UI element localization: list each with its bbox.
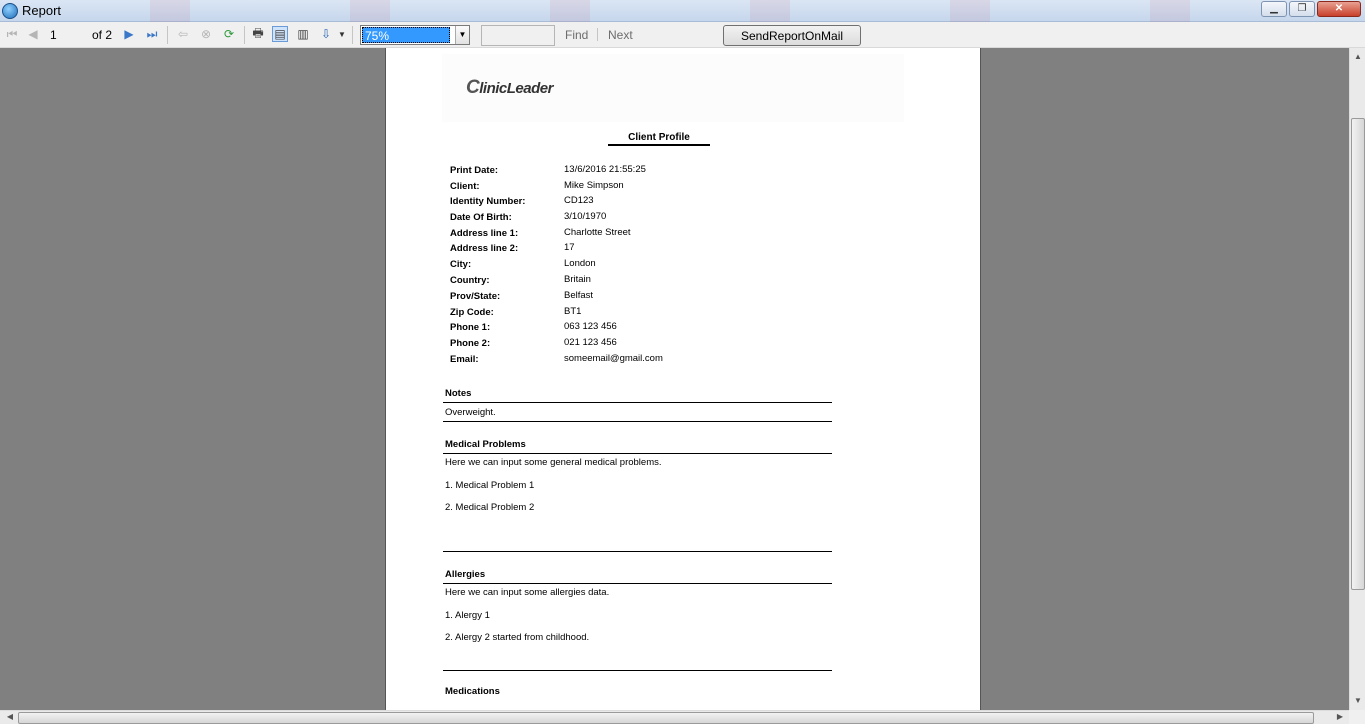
medical-item: 2. Medical Problem 2 bbox=[445, 502, 535, 513]
field-label: Address line 1: bbox=[450, 228, 519, 239]
find-input[interactable] bbox=[481, 25, 555, 46]
close-button[interactable]: ✕ bbox=[1317, 1, 1361, 17]
horizontal-scroll-thumb[interactable] bbox=[18, 712, 1314, 724]
scroll-right-icon[interactable]: ▶ bbox=[1332, 712, 1348, 721]
field-value: 021 123 456 bbox=[564, 337, 617, 348]
back-icon[interactable]: ⇦ bbox=[175, 26, 191, 42]
field-label: Prov/State: bbox=[450, 291, 501, 302]
field-value: Charlotte Street bbox=[564, 227, 631, 238]
field-label: Zip Code: bbox=[450, 307, 494, 318]
refresh-icon[interactable]: ⟳ bbox=[221, 26, 237, 42]
field-label: City: bbox=[450, 259, 472, 270]
next-page-icon[interactable]: ▶ bbox=[121, 26, 137, 42]
allergies-intro: Here we can input some allergies data. bbox=[445, 587, 610, 598]
field-label: Identity Number: bbox=[450, 196, 526, 207]
app-icon bbox=[2, 3, 18, 19]
medical-bottom-rule bbox=[443, 551, 832, 552]
scrollbar-corner bbox=[1349, 710, 1365, 724]
horizontal-scrollbar[interactable]: ◀ ▶ bbox=[0, 710, 1349, 724]
previous-page-icon[interactable]: ◀ bbox=[25, 26, 41, 42]
send-report-on-mail-button[interactable]: SendReportOnMail bbox=[723, 25, 861, 46]
field-label: Date Of Birth: bbox=[450, 212, 512, 223]
zoom-select[interactable]: 75% ▼ bbox=[360, 25, 470, 45]
report-title: Client Profile bbox=[608, 132, 710, 146]
field-label: Address line 2: bbox=[450, 243, 519, 254]
clinicleader-logo: ClinicLeader bbox=[466, 77, 553, 98]
medical-item: 1. Medical Problem 1 bbox=[445, 480, 535, 491]
medical-problems-heading: Medical Problems bbox=[445, 439, 526, 450]
scroll-left-icon[interactable]: ◀ bbox=[2, 712, 18, 721]
stop-icon[interactable]: ⊗ bbox=[198, 26, 214, 42]
page-number-input[interactable] bbox=[48, 25, 86, 44]
last-page-icon[interactable]: ⏭ bbox=[144, 26, 160, 42]
field-value: CD123 bbox=[564, 195, 594, 206]
field-label: Phone 2: bbox=[450, 338, 491, 349]
title-bar: Report ▁ ❐ ✕ bbox=[0, 0, 1365, 22]
medical-intro: Here we can input some general medical p… bbox=[445, 457, 662, 468]
allergies-rule bbox=[443, 583, 832, 584]
field-value: Mike Simpson bbox=[564, 180, 624, 191]
allergies-heading: Allergies bbox=[445, 569, 486, 580]
allergies-bottom-rule bbox=[443, 670, 832, 671]
find-link[interactable]: Find bbox=[565, 28, 588, 42]
scroll-up-icon[interactable]: ▲ bbox=[1350, 52, 1365, 61]
field-value: 063 123 456 bbox=[564, 321, 617, 332]
notes-heading: Notes bbox=[445, 388, 472, 399]
zoom-value: 75% bbox=[362, 27, 450, 43]
first-page-icon[interactable]: ⏮ bbox=[4, 26, 20, 42]
export-icon[interactable]: ⇩ bbox=[318, 26, 334, 42]
notes-bottom-rule bbox=[443, 421, 832, 422]
field-value: 13/6/2016 21:55:25 bbox=[564, 164, 646, 175]
window-title: Report bbox=[22, 3, 62, 18]
restore-button[interactable]: ❐ bbox=[1289, 1, 1315, 17]
background-tabs-strip bbox=[70, 0, 1250, 22]
field-value: London bbox=[564, 258, 596, 269]
allergy-item: 2. Alergy 2 started from childhood. bbox=[445, 632, 590, 643]
page-setup-icon[interactable]: ▥ bbox=[295, 26, 311, 42]
medical-rule bbox=[443, 453, 832, 454]
vertical-scrollbar[interactable]: ▲ ▼ bbox=[1349, 48, 1365, 710]
minimize-button[interactable]: ▁ bbox=[1261, 1, 1287, 17]
report-viewer: ClinicLeader Client Profile Print Date: 1… bbox=[0, 48, 1349, 710]
medications-heading: Medications bbox=[445, 686, 500, 697]
field-value: 17 bbox=[564, 242, 575, 253]
report-page: ClinicLeader Client Profile Print Date: 1… bbox=[385, 48, 981, 710]
field-value: Britain bbox=[564, 274, 591, 285]
allergy-item: 1. Alergy 1 bbox=[445, 610, 490, 621]
report-toolbar: ⏮ ◀ of 2 ▶ ⏭ ⇦ ⊗ ⟳ 🖶 ▤ ▥ ⇩ ▼ 75% ▼ Find … bbox=[0, 22, 1365, 48]
export-dropdown-icon[interactable]: ▼ bbox=[334, 26, 350, 42]
find-next-link[interactable]: Next bbox=[608, 28, 633, 42]
field-label: Country: bbox=[450, 275, 490, 286]
field-value: someemail@gmail.com bbox=[564, 353, 663, 364]
field-value: Belfast bbox=[564, 290, 594, 301]
field-label: Print Date: bbox=[450, 165, 499, 176]
page-count-label: of 2 bbox=[92, 28, 113, 42]
field-value: 3/10/1970 bbox=[564, 211, 607, 222]
print-icon[interactable]: 🖶 bbox=[250, 26, 266, 42]
vertical-scroll-thumb[interactable] bbox=[1351, 118, 1365, 590]
field-value: BT1 bbox=[564, 306, 582, 317]
field-label: Email: bbox=[450, 354, 479, 365]
scroll-down-icon[interactable]: ▼ bbox=[1350, 696, 1365, 705]
field-label: Phone 1: bbox=[450, 322, 491, 333]
notes-rule bbox=[443, 402, 832, 403]
chevron-down-icon[interactable]: ▼ bbox=[455, 26, 469, 44]
print-layout-icon[interactable]: ▤ bbox=[272, 26, 288, 42]
notes-text: Overweight. bbox=[445, 407, 496, 418]
field-label: Client: bbox=[450, 181, 480, 192]
